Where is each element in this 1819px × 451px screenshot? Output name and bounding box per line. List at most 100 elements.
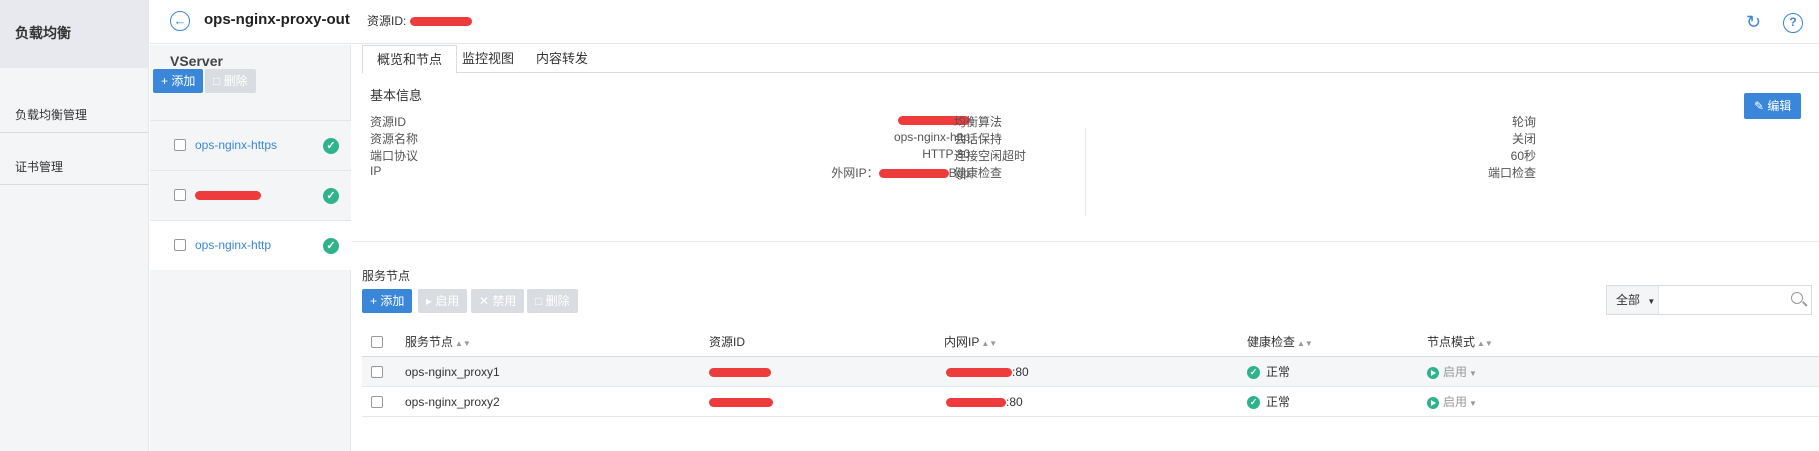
tab-content-forwarding[interactable]: 内容转发 [522, 45, 602, 74]
column-header[interactable]: 节点模式 ▲▼ [1427, 327, 1493, 357]
node-disable-button[interactable]: ✕ 禁用 [471, 289, 525, 313]
node-delete-button[interactable]: □ 删除 [527, 289, 578, 313]
node-mode[interactable]: 启用 ▼ [1427, 357, 1477, 387]
redacted-mark [878, 169, 949, 179]
vserver-title: VServer [170, 53, 223, 69]
arrow-left-icon[interactable]: ← [170, 11, 190, 31]
row-checkbox[interactable] [371, 396, 383, 408]
info-value: 关闭 [1511, 132, 1536, 146]
info-value-ip: 外网IP： Bgp [831, 164, 970, 181]
info-label: 连接空闲超时 [954, 149, 1027, 163]
redacted-mark [409, 17, 472, 27]
select-all-checkbox[interactable] [371, 336, 383, 348]
column-header[interactable]: 服务节点 ▲▼ [405, 327, 471, 357]
vserver-delete-button[interactable]: □ 删除 [205, 69, 256, 93]
node-mode[interactable]: 启用 ▼ [1427, 387, 1477, 417]
info-value: 端口检查 [1487, 166, 1536, 180]
sort-icon: ▲▼ [981, 339, 998, 348]
node-private-ip: :80 [946, 357, 1029, 387]
node-name: ops-nginx_proxy1 [405, 365, 500, 379]
redacted-mark [946, 398, 1006, 408]
node-delete-label: 删除 [545, 294, 570, 308]
mode-text: 启用 [1443, 365, 1468, 379]
redacted-mark [195, 191, 261, 201]
vserver-delete-label: 删除 [223, 74, 248, 88]
column-header[interactable]: 内网IP ▲▼ [944, 327, 997, 357]
table-row[interactable]: ops-nginx_proxy2 :80 ✓ 正常 启用 ▼ [362, 387, 1819, 417]
check-circle-icon: ✓ [323, 188, 339, 204]
tab-monitoring[interactable]: 监控视图 [448, 45, 528, 74]
nav-title: 负载均衡 [0, 0, 148, 68]
vserver-name[interactable]: ops-nginx-https [195, 138, 277, 152]
main-content: 概览和节点 监控视图 内容转发 基本信息 ✎ 编辑 资源ID 资源名称 ops-… [352, 45, 1819, 451]
node-add-button[interactable]: + 添加 [362, 289, 413, 313]
refresh-icon[interactable]: ↻ [1746, 13, 1764, 31]
node-enable-button[interactable]: ▸ 启用 [418, 289, 468, 313]
trash-icon: □ [213, 74, 221, 88]
filter-selected: 全部 [1616, 293, 1641, 307]
caret-down-icon: ▼ [1469, 369, 1477, 378]
nav-item-lb-management[interactable]: 负载均衡管理 [0, 81, 148, 133]
vserver-checkbox[interactable] [174, 239, 186, 251]
column-label: 节点模式 [1427, 335, 1476, 349]
edit-label: 编辑 [1767, 99, 1792, 113]
info-value: 轮询 [1511, 115, 1536, 129]
sort-icon: ▲▼ [1297, 339, 1313, 348]
node-private-ip: :80 [946, 387, 1023, 417]
play-icon: ▸ [426, 294, 433, 308]
check-circle-icon: ✓ [323, 238, 339, 254]
vserver-item[interactable]: ✓ [150, 170, 351, 220]
vserver-checkbox[interactable] [174, 189, 186, 201]
health-text: 正常 [1266, 395, 1291, 409]
column-label: 资源ID [709, 335, 746, 349]
help-icon[interactable]: ? [1783, 13, 1803, 33]
redacted-mark [709, 398, 773, 408]
vserver-checkbox[interactable] [174, 139, 186, 151]
basic-info-title: 基本信息 [370, 88, 423, 103]
play-circle-icon [1427, 366, 1439, 379]
check-circle-icon: ✓ [323, 138, 339, 154]
vserver-item[interactable]: ops-nginx-https ✓ [150, 120, 351, 170]
health-text: 正常 [1266, 365, 1291, 379]
search-input[interactable] [1661, 288, 1781, 312]
check-circle-icon: ✓ [1247, 366, 1260, 380]
column-header[interactable]: 健康检查 ▲▼ [1247, 327, 1313, 357]
nav-item-certificates[interactable]: 证书管理 [0, 133, 148, 185]
column-label: 内网IP [944, 335, 980, 349]
vserver-name[interactable]: ops-nginx-http [195, 238, 271, 252]
node-resource-id [709, 357, 771, 387]
row-checkbox[interactable] [371, 366, 383, 378]
vserver-list: ops-nginx-https ✓ ✓ ops-nginx-http ✓ [150, 120, 351, 270]
check-circle-icon: ✓ [1247, 396, 1260, 410]
status-filter-select[interactable]: 全部 ▼ [1607, 286, 1659, 314]
column-header: 资源ID [709, 327, 745, 357]
edit-icon: ✎ [1754, 99, 1765, 113]
search-icon[interactable] [1791, 292, 1803, 304]
vserver-name[interactable] [195, 188, 261, 202]
trash-icon: □ [535, 294, 543, 308]
tab-overview[interactable]: 概览和节点 [362, 45, 458, 74]
info-label: 端口协议 [370, 149, 419, 163]
redacted-mark [946, 368, 1012, 378]
node-disable-label: 禁用 [492, 294, 517, 308]
info-label: 会话保持 [954, 132, 1003, 146]
basic-info-right: 均衡算法 轮询 会话保持 关闭 连接空闲超时 60秒 健康检查 端口检查 [954, 113, 1536, 183]
basic-info-left: 资源ID 资源名称 ops-nginx-http 端口协议 HTTP 80 IP… [370, 113, 970, 183]
caret-down-icon: ▼ [1469, 399, 1477, 408]
close-icon: ✕ [479, 294, 490, 308]
vserver-add-button[interactable]: + 添加 [153, 69, 204, 93]
table-row[interactable]: ops-nginx_proxy1 :80 ✓ 正常 启用 ▼ [362, 357, 1819, 387]
vserver-item[interactable]: ops-nginx-http ✓ [150, 220, 351, 270]
info-label: 均衡算法 [954, 115, 1003, 129]
redacted-mark [709, 368, 771, 378]
table-header: 服务节点 ▲▼ 资源ID 内网IP ▲▼ 健康检查 ▲▼ 节点模式 ▲▼ [362, 327, 1819, 357]
edit-button[interactable]: ✎ 编辑 [1744, 93, 1802, 119]
left-nav: 负载均衡 负载均衡管理 证书管理 [0, 0, 149, 451]
mode-text: 启用 [1443, 395, 1468, 409]
ip-prefix: 外网IP： [831, 166, 879, 180]
column-label: 服务节点 [405, 335, 454, 349]
node-health: ✓ 正常 [1247, 387, 1290, 417]
node-filter: 全部 ▼ [1606, 285, 1812, 315]
info-value: 60秒 [1510, 149, 1536, 163]
sort-icon: ▲▼ [455, 339, 471, 348]
